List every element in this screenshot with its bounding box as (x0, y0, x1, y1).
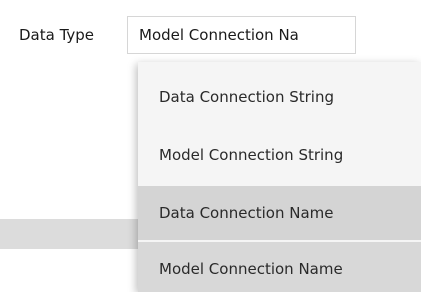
data-type-combobox-value: Model Connection Na (139, 26, 299, 44)
data-type-combobox[interactable]: Model Connection Na (127, 16, 356, 54)
data-type-dropdown-list: Data Connection String Model Connection … (138, 62, 421, 292)
background-panel-strip (0, 219, 140, 249)
dropdown-option-model-connection-string[interactable]: Model Connection String (138, 128, 421, 182)
data-type-label: Data Type (19, 26, 95, 44)
dropdown-option-model-connection-name[interactable]: Model Connection Name (138, 240, 421, 292)
dropdown-option-data-connection-string[interactable]: Data Connection String (138, 70, 421, 124)
dropdown-option-data-connection-name[interactable]: Data Connection Name (138, 186, 421, 240)
